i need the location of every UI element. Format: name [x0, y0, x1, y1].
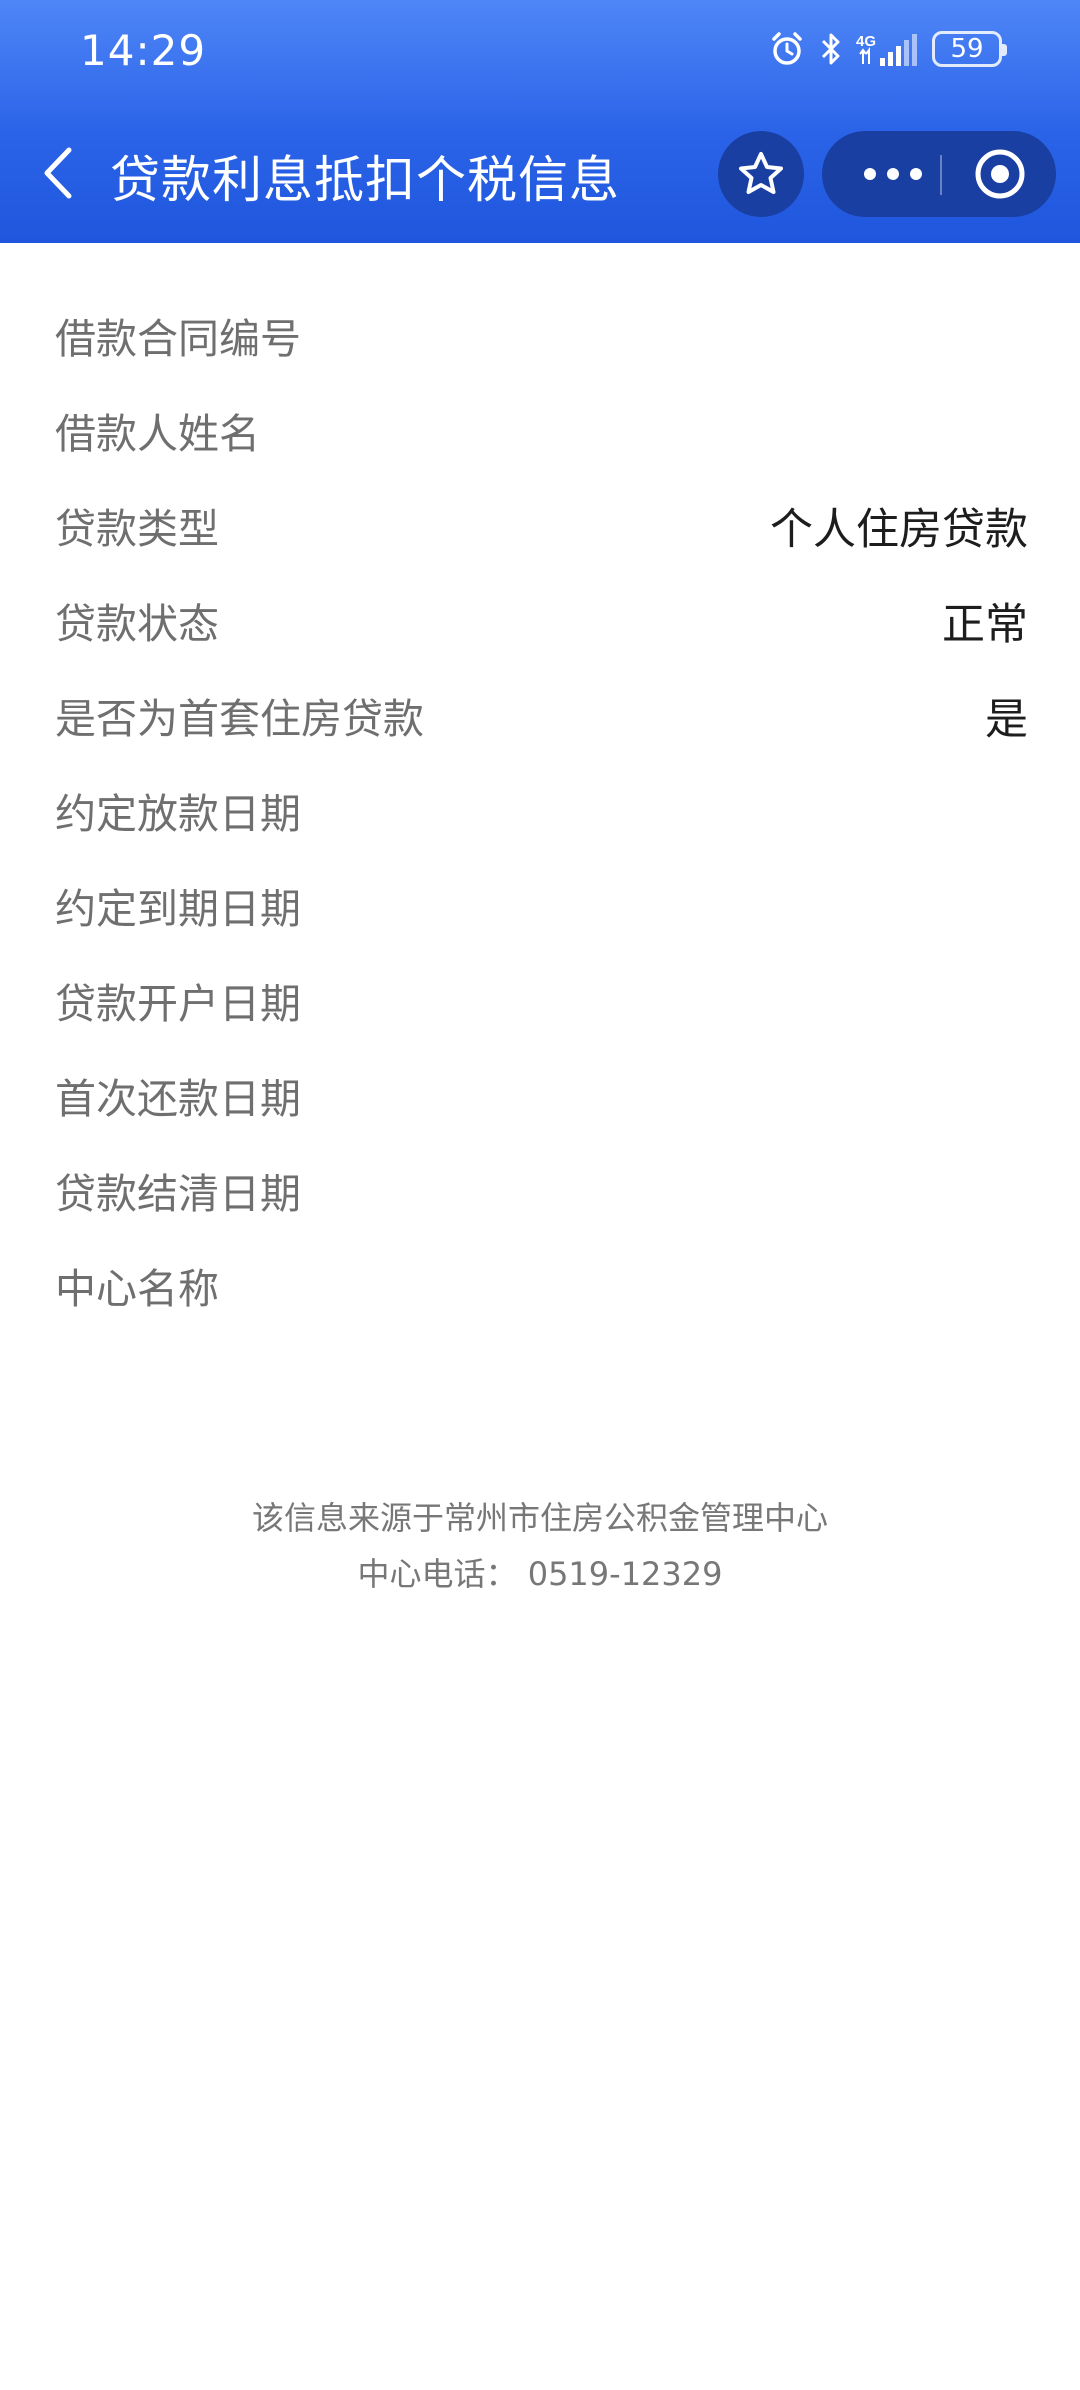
info-row-disbursement-date: 约定放款日期 — [0, 760, 1080, 855]
row-label: 中心名称 — [55, 1265, 219, 1313]
battery-level: 59 — [950, 34, 984, 64]
row-label: 约定到期日期 — [55, 885, 301, 933]
mini-program-capsule — [822, 131, 1056, 217]
info-row-contract-no: 借款合同编号 — [0, 285, 1080, 380]
close-mini-program-button[interactable] — [962, 131, 1038, 217]
info-row-loan-type: 贷款类型 个人住房贷款 — [0, 475, 1080, 570]
row-label: 首次还款日期 — [55, 1075, 301, 1123]
status-time: 14:29 — [80, 26, 207, 75]
row-label: 贷款开户日期 — [55, 980, 301, 1028]
row-label: 贷款状态 — [55, 600, 219, 648]
status-icons: 4G 59 — [768, 30, 1007, 68]
loan-info-list: 借款合同编号 借款人姓名 贷款类型 个人住房贷款 贷款状态 正常 是否为首套住房… — [0, 285, 1080, 1330]
battery-indicator: 59 — [932, 31, 1007, 67]
row-label: 是否为首套住房贷款 — [55, 695, 424, 743]
info-row-loan-status: 贷款状态 正常 — [0, 570, 1080, 665]
more-button[interactable] — [852, 131, 934, 217]
bluetooth-icon — [820, 30, 842, 68]
header-bar: 14:29 4G 59 贷款利息抵扣个税信息 — [0, 0, 1080, 243]
alarm-icon — [768, 30, 806, 68]
row-label: 借款合同编号 — [55, 315, 301, 363]
info-row-settlement-date: 贷款结清日期 — [0, 1140, 1080, 1235]
row-label: 贷款结清日期 — [55, 1170, 301, 1218]
favorite-button[interactable] — [718, 131, 804, 217]
footer: 该信息来源于常州市住房公积金管理中心 中心电话： 0519-12329 — [0, 1490, 1080, 1602]
row-label: 约定放款日期 — [55, 790, 301, 838]
chevron-left-icon — [44, 147, 72, 199]
info-row-first-repayment-date: 首次还款日期 — [0, 1045, 1080, 1140]
capsule-divider — [940, 155, 942, 195]
row-value: 个人住房贷款 — [770, 505, 1028, 555]
star-icon — [739, 152, 783, 194]
phone-number: 0519-12329 — [527, 1555, 723, 1593]
info-row-first-home: 是否为首套住房贷款 是 — [0, 665, 1080, 760]
info-row-account-open-date: 贷款开户日期 — [0, 950, 1080, 1045]
row-label: 借款人姓名 — [55, 410, 260, 458]
more-dots-icon — [864, 168, 922, 180]
target-close-icon — [975, 149, 1025, 199]
row-value: 是 — [985, 695, 1028, 745]
data-source-text: 该信息来源于常州市住房公积金管理中心 — [251, 1499, 828, 1537]
status-bar: 14:29 4G 59 — [0, 0, 1080, 110]
network-type-label: 4G — [856, 33, 876, 50]
info-row-maturity-date: 约定到期日期 — [0, 855, 1080, 950]
page-title: 贷款利息抵扣个税信息 — [110, 151, 620, 209]
info-row-center-name: 中心名称 — [0, 1235, 1080, 1330]
back-button[interactable] — [32, 146, 82, 200]
signal-icon: 4G — [856, 30, 918, 68]
info-row-borrower-name: 借款人姓名 — [0, 380, 1080, 475]
phone-label: 中心电话： — [357, 1555, 518, 1593]
row-value: 正常 — [942, 600, 1028, 650]
center-phone-line: 中心电话： 0519-12329 — [0, 1546, 1080, 1602]
navigation-bar: 贷款利息抵扣个税信息 — [0, 118, 1080, 228]
row-label: 贷款类型 — [55, 505, 219, 553]
